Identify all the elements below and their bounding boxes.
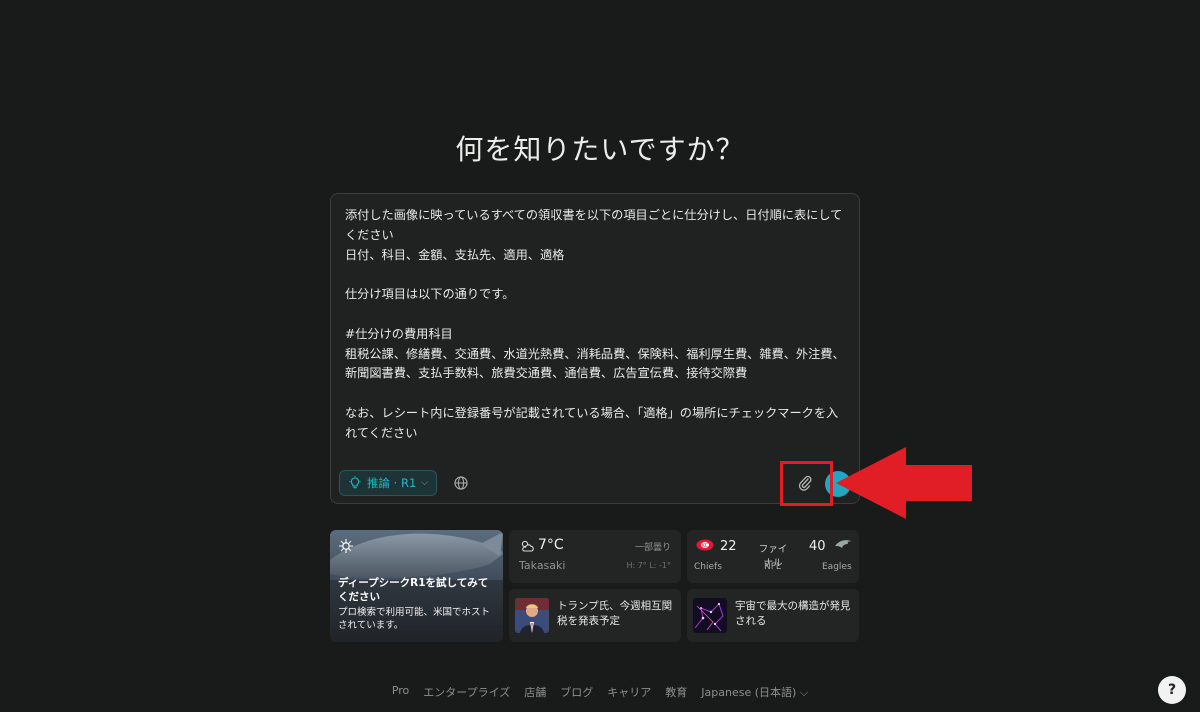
feature-description: プロ検索で利用可能、米国でホストされています。 [338, 607, 491, 631]
weather-temperature: 7°C [538, 537, 564, 553]
score-card[interactable]: KC 22 ファイナル 40 Chiefs NFL Eagles [687, 530, 859, 583]
lightbulb-icon [349, 476, 361, 489]
deepseek-icon [339, 539, 353, 553]
svg-text:KC: KC [702, 543, 709, 549]
query-composer[interactable]: 添付した画像に映っているすべての領収書を以下の項目ごとに仕分けし、日付順に表にし… [330, 193, 860, 504]
weather-city: Takasaki [519, 559, 566, 572]
language-selector[interactable]: Japanese (日本語) ⌵ [701, 684, 808, 700]
chevron-down-icon: ⌵ [421, 478, 429, 488]
footer-link-pro[interactable]: Pro [392, 684, 409, 700]
reasoning-mode-button[interactable]: 推論 · R1 ⌵ [339, 470, 438, 496]
help-button[interactable]: ? [1158, 676, 1186, 704]
attach-highlight-box [780, 461, 833, 506]
language-label: Japanese (日本語) [701, 686, 797, 699]
weather-card[interactable]: 7°C 一部曇り Takasaki H: 7° L: -1° [509, 530, 681, 583]
footer-link-store[interactable]: 店舗 [524, 684, 546, 700]
globe-icon[interactable] [453, 475, 469, 491]
query-input[interactable]: 添付した画像に映っているすべての領収書を以下の項目ごとに仕分けし、日付順に表にし… [345, 206, 845, 444]
news-title: トランプ氏、今週相互関税を発表予定 [557, 600, 673, 627]
weather-condition: 一部曇り [634, 543, 671, 553]
chiefs-logo-icon: KC [696, 539, 714, 551]
home-score: 22 [720, 539, 737, 554]
footer-link-education[interactable]: 教育 [665, 684, 687, 700]
eagles-logo-icon [835, 540, 851, 548]
footer-link-blog[interactable]: ブログ [560, 684, 593, 700]
feature-title: ディープシークR1を試してみてください [338, 577, 489, 603]
news-card-tariffs[interactable]: トランプ氏、今週相互関税を発表予定 [509, 589, 681, 642]
away-score: 40 [809, 539, 826, 554]
red-arrow-annotation [836, 447, 972, 519]
news-thumbnail-space [693, 598, 727, 633]
weather-high-low: H: 7° L: -1° [626, 561, 671, 570]
news-card-universe[interactable]: 宇宙で最大の構造が発見される [687, 589, 859, 642]
feature-card[interactable]: ディープシークR1を試してみてください プロ検索で利用可能、米国でホストされてい… [330, 530, 503, 642]
footer-link-careers[interactable]: キャリア [607, 684, 651, 700]
home-team-name: Chiefs [694, 562, 722, 572]
footer-links: Pro エンタープライズ 店舗 ブログ キャリア 教育 Japanese (日本… [0, 684, 1200, 700]
chevron-down-icon: ⌵ [799, 686, 809, 699]
page-headline: 何を知りたいですか？ [455, 133, 745, 166]
footer-link-enterprise[interactable]: エンタープライズ [423, 684, 510, 700]
away-team-name: Eagles [822, 562, 852, 572]
league-name: NFL [764, 562, 781, 572]
news-thumbnail-trump [515, 598, 549, 633]
reasoning-mode-label: 推論 · R1 [367, 476, 417, 490]
news-title: 宇宙で最大の構造が発見される [735, 600, 851, 627]
cloud-sun-icon [521, 540, 534, 552]
